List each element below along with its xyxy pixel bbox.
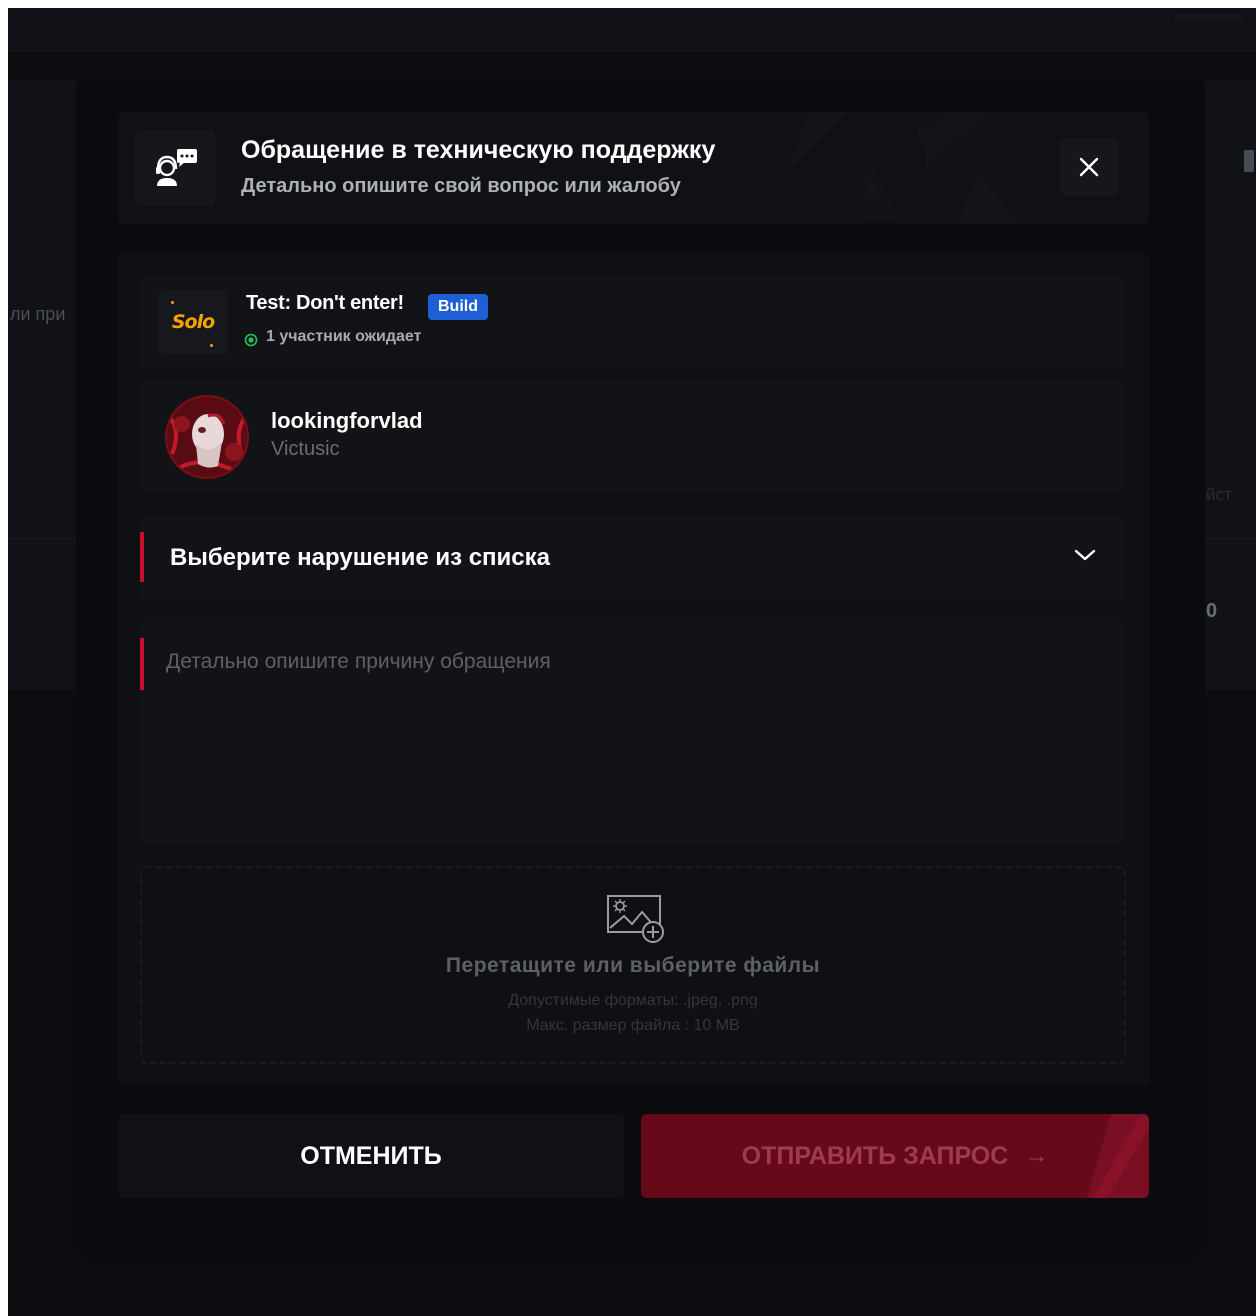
submit-button-label: ОТПРАВИТЬ ЗАПРОС <box>741 1141 1009 1170</box>
close-icon <box>1079 157 1099 177</box>
player-team: Victusic <box>271 438 340 460</box>
image-upload-icon <box>607 895 664 943</box>
avatar <box>165 395 249 479</box>
solo-logo-dot <box>171 301 174 304</box>
cancel-button[interactable]: ОТМЕНИТЬ <box>118 1114 624 1198</box>
close-button[interactable] <box>1060 138 1118 196</box>
match-card: Solo Test: Don't enter! Build 1 участник… <box>140 274 1126 368</box>
support-form: Solo Test: Don't enter! Build 1 участник… <box>118 252 1149 1085</box>
modal-subtitle: Детально опишите свой вопрос или жалобу <box>241 175 681 197</box>
solo-logo-text: Solo <box>171 311 215 333</box>
violation-select-label: Выберите нарушение из списка <box>170 544 550 571</box>
background-left-panel <box>8 80 76 690</box>
modal-header: Обращение в техническую поддержку Деталь… <box>118 112 1149 224</box>
solo-logo: Solo <box>158 290 228 354</box>
header-decoration <box>788 112 1018 224</box>
top-bar-control <box>1174 14 1244 20</box>
support-chat-icon <box>156 149 197 186</box>
background-text-left: ли при <box>10 304 66 324</box>
modal-title: Обращение в техническую поддержку <box>241 136 716 164</box>
file-dropzone[interactable]: Перетащите или выберите файлы Допустимые… <box>140 866 1126 1064</box>
support-chat-icon-box <box>134 130 216 206</box>
chevron-down-icon <box>1074 549 1096 561</box>
build-badge: Build <box>428 294 488 320</box>
online-status-icon <box>244 333 258 347</box>
player-name: lookingforvlad <box>271 408 423 433</box>
solo-logo-dot <box>210 344 213 347</box>
arrow-right-icon: → <box>1024 1142 1049 1169</box>
player-card: lookingforvlad Victusic <box>140 380 1126 492</box>
match-title: Test: Don't enter! <box>246 292 404 314</box>
dropzone-title: Перетащите или выберите файлы <box>445 954 821 977</box>
dropzone-formats: Допустимые форматы: .jpeg, .png <box>508 992 758 1009</box>
background-number: 0 <box>1206 600 1218 622</box>
violation-select[interactable]: Выберите нарушение из списка <box>140 514 1126 600</box>
description-field <box>140 622 1126 844</box>
top-bar <box>8 8 1256 51</box>
required-indicator <box>140 532 144 582</box>
background-divider <box>8 538 76 539</box>
background-text-right: йст <box>1206 485 1232 504</box>
submit-button[interactable]: ОТПРАВИТЬ ЗАПРОС → <box>641 1114 1149 1198</box>
match-status: 1 участник ожидает <box>266 328 422 345</box>
dropzone-max-size: Макс. размер файла : 10 MB <box>526 1017 740 1034</box>
background-divider <box>1205 538 1256 539</box>
description-input[interactable] <box>140 622 1126 844</box>
background-icon <box>1244 150 1254 172</box>
